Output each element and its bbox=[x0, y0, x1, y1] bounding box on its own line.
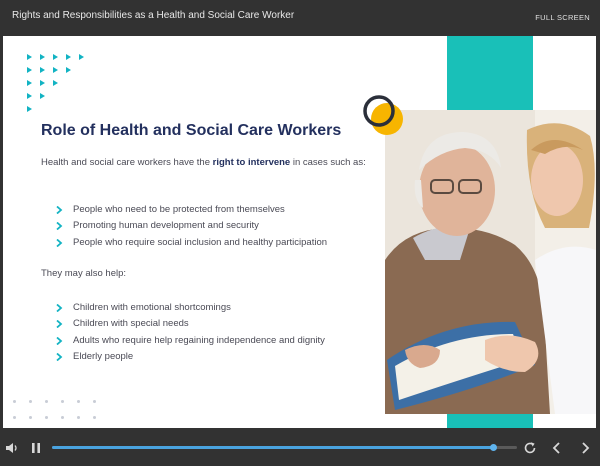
chevron-right-icon bbox=[56, 238, 63, 247]
help-list: Children with emotional shortcomings Chi… bbox=[55, 300, 325, 365]
replay-icon[interactable] bbox=[522, 440, 538, 456]
player-controls bbox=[0, 430, 600, 466]
also-help-text: They may also help: bbox=[41, 268, 127, 279]
list-item: People who need to be protected from the… bbox=[55, 202, 327, 218]
list-item: Adults who require help regaining indepe… bbox=[55, 333, 325, 349]
decorative-dot-pattern bbox=[13, 400, 103, 422]
slide-heading: Role of Health and Social Care Workers bbox=[41, 122, 342, 139]
pause-icon[interactable] bbox=[28, 440, 44, 456]
chevron-right-icon bbox=[56, 304, 63, 312]
list-item: Children with special needs bbox=[55, 316, 325, 332]
intervention-list: People who need to be protected from the… bbox=[55, 202, 327, 251]
slide-canvas: Role of Health and Social Care Workers H… bbox=[3, 36, 596, 428]
previous-icon[interactable] bbox=[549, 440, 565, 456]
decorative-arrow-pattern bbox=[27, 54, 97, 112]
list-item: Elderly people bbox=[55, 349, 325, 365]
course-title: Rights and Responsibilities as a Health … bbox=[12, 10, 295, 21]
chevron-right-icon bbox=[56, 320, 63, 329]
intro-text: Health and social care workers have the … bbox=[41, 157, 366, 168]
chevron-right-icon bbox=[56, 222, 63, 231]
volume-icon[interactable] bbox=[4, 440, 20, 456]
full-screen-button[interactable]: FULL SCREEN bbox=[535, 13, 590, 22]
player-top-bar: Rights and Responsibilities as a Health … bbox=[0, 0, 600, 34]
chevron-right-icon bbox=[56, 206, 63, 214]
list-item: Children with emotional shortcomings bbox=[55, 300, 325, 316]
decorative-circles-icon bbox=[363, 95, 403, 135]
progress-bar[interactable] bbox=[52, 444, 517, 451]
progress-fill bbox=[52, 446, 493, 449]
chevron-right-icon bbox=[56, 336, 63, 345]
elderly-man-reading-photo bbox=[385, 110, 596, 414]
chevron-right-icon bbox=[56, 352, 63, 361]
list-item: People who require social inclusion and … bbox=[55, 235, 327, 251]
next-icon[interactable] bbox=[577, 440, 593, 456]
list-item: Promoting human development and security bbox=[55, 218, 327, 234]
progress-handle[interactable] bbox=[489, 444, 497, 451]
